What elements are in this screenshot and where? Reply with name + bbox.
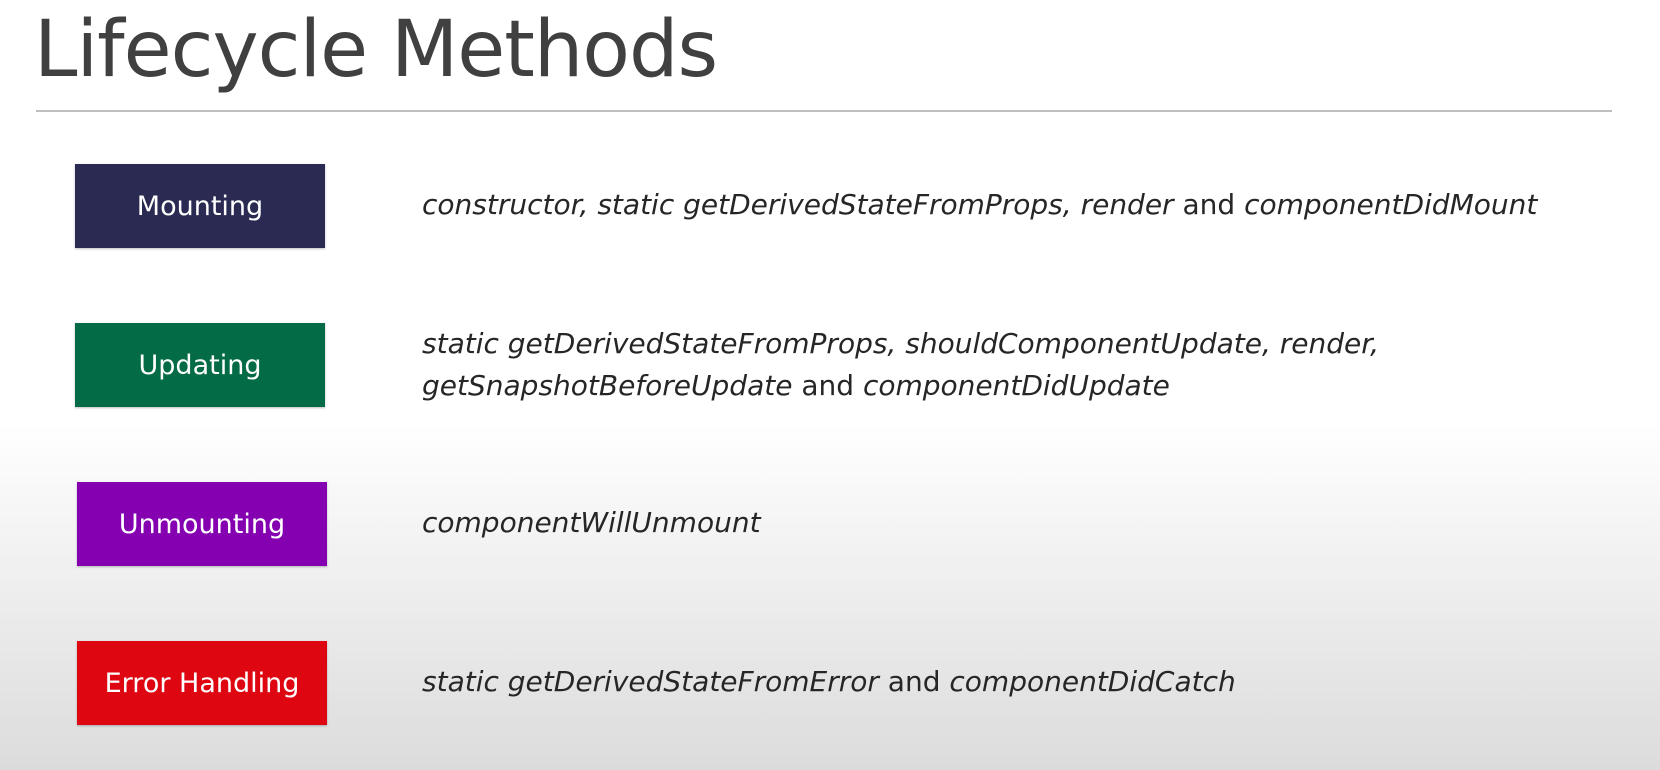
phase-badge-mounting: Mounting [75, 164, 325, 248]
phase-badge-updating: Updating [75, 323, 325, 407]
method-names: componentWillUnmount [422, 506, 761, 539]
method-names: constructor, static getDerivedStateFromP… [422, 188, 1174, 221]
title-divider [36, 110, 1612, 112]
method-names: componentDidCatch [949, 665, 1236, 698]
connector-text: and [792, 369, 863, 402]
method-line: static getDerivedStateFromError and comp… [422, 661, 1236, 703]
phase-badge-error-handling: Error Handling [77, 641, 327, 725]
slide-title: Lifecycle Methods [34, 5, 718, 95]
phase-methods-error-handling: static getDerivedStateFromError and comp… [422, 661, 1236, 703]
method-line: getSnapshotBeforeUpdate and componentDid… [422, 365, 1379, 407]
method-names: componentDidMount [1244, 188, 1538, 221]
phase-methods-unmounting: componentWillUnmount [422, 502, 761, 544]
method-line: constructor, static getDerivedStateFromP… [422, 184, 1537, 226]
method-names: static getDerivedStateFromProps, shouldC… [422, 327, 1380, 360]
method-names: getSnapshotBeforeUpdate [422, 369, 793, 402]
method-names: static getDerivedStateFromError [422, 665, 879, 698]
connector-text: and [878, 665, 950, 698]
method-line: componentWillUnmount [422, 502, 761, 544]
phase-methods-mounting: constructor, static getDerivedStateFromP… [422, 184, 1537, 226]
phase-badge-unmounting: Unmounting [77, 482, 327, 566]
method-names: componentDidUpdate [862, 369, 1170, 402]
method-line: static getDerivedStateFromProps, shouldC… [422, 323, 1379, 365]
phase-methods-updating: static getDerivedStateFromProps, shouldC… [422, 323, 1379, 407]
connector-text: and [1173, 188, 1245, 221]
